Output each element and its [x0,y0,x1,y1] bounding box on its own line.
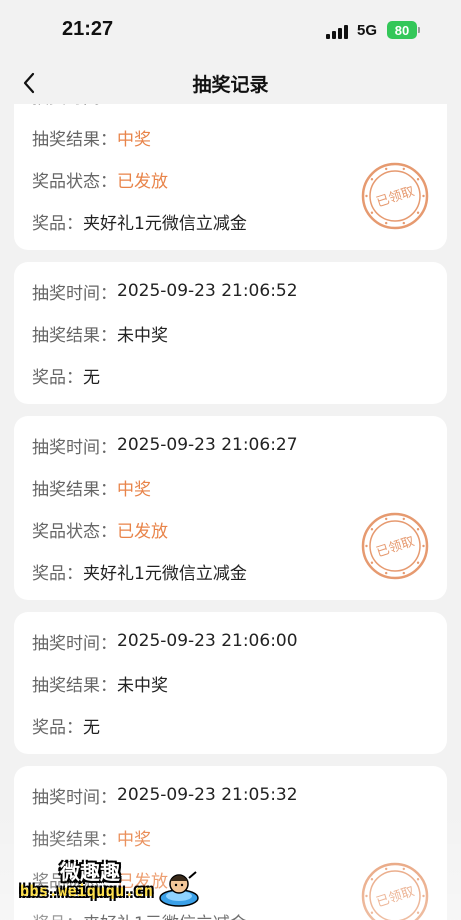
prize: 奖品：无 [32,354,429,396]
stamp-text: 已领取 [375,184,417,210]
mascot-logo [159,871,199,907]
colon: ： [100,479,117,500]
draw-time-value: 2025-09-23 21:06:00 [117,631,298,651]
prize-status-label: 奖品状态 [32,521,100,542]
draw-time: 抽奖时间： 2025-09-23 21:06:00 [32,620,429,662]
watermark-url: bbs.weiququ.cn [20,882,154,900]
draw-result-value: 中奖 [117,829,151,850]
draw-result: 抽奖结果：中奖 [32,466,429,508]
prize-label: 奖品 [32,717,66,738]
draw-time-label: 抽奖时间 [32,787,100,808]
claimed-stamp-icon: 已领取 [361,512,429,580]
draw-result-value: 中奖 [117,479,151,500]
draw-time-value: 2025-09-23 21:07:16 [117,104,298,105]
battery-icon: 80 [387,21,417,39]
watermark: 微趣趣 bbs.weiququ.cn [8,850,208,918]
stamp-text: 已领取 [375,534,417,560]
prize-label: 奖品 [32,563,66,584]
prize-value: 夹好礼1元微信立减金 [83,213,247,234]
colon: ： [100,104,117,108]
prize: 奖品：无 [32,704,429,746]
draw-time-label: 抽奖时间 [32,437,100,458]
record-card: 抽奖时间： 2025-09-23 21:06:27 抽奖结果：中奖 奖品状态：已发放奖… [14,416,447,600]
draw-result: 抽奖结果：未中奖 [32,662,429,704]
draw-result: 抽奖结果：中奖 [32,116,429,158]
colon: ： [100,829,117,850]
prize-value: 无 [83,717,100,738]
record-list: 抽奖时间：2025-09-23 21:07:16抽奖结果：中奖奖品状态：已发放奖… [14,104,447,920]
battery-cap [418,27,420,33]
signal-icon [326,25,348,39]
colon: ： [100,521,117,542]
draw-time-label: 抽奖时间 [32,633,100,654]
prize-value: 无 [83,367,100,388]
draw-result-label: 抽奖结果 [32,675,100,696]
prize-status-value: 已发放 [117,171,168,192]
record-card: 抽奖时间： 2025-09-23 21:06:52 抽奖结果：未中奖 奖品：无 [14,262,447,404]
draw-time-value: 2025-09-23 21:06:52 [117,281,298,301]
prize-label: 奖品 [32,213,66,234]
colon: ： [66,367,83,388]
colon: ： [100,675,117,696]
colon: ： [100,787,117,808]
claimed-stamp-icon: 已领取 [361,162,429,230]
draw-result-label: 抽奖结果 [32,829,100,850]
draw-result-value: 中奖 [117,129,151,150]
draw-time-value: 2025-09-23 21:05:32 [117,785,298,805]
battery-level: 80 [394,22,410,38]
draw-result: 抽奖结果：未中奖 [32,312,429,354]
draw-result-value: 未中奖 [117,675,168,696]
draw-time: 抽奖时间： 2025-09-23 21:06:27 [32,424,429,466]
colon: ： [100,325,117,346]
claimed-stamp-icon: 已领取 [361,862,429,920]
draw-time: 抽奖时间：2025-09-23 21:07:16 [32,104,429,116]
colon: ： [66,563,83,584]
prize-value: 夹好礼1元微信立减金 [83,563,247,584]
draw-time: 抽奖时间： 2025-09-23 21:06:52 [32,270,429,312]
draw-result-label: 抽奖结果 [32,325,100,346]
status-bar: 21:27 5G 80 [0,0,461,62]
draw-time-value: 2025-09-23 21:06:27 [117,435,298,455]
network-type: 5G [357,22,378,39]
draw-time-label: 抽奖时间 [32,283,100,304]
record-card: 抽奖时间： 2025-09-23 21:06:00 抽奖结果：未中奖 奖品：无 [14,612,447,754]
status-time: 21:27 [62,18,114,40]
colon: ： [100,129,117,150]
colon: ： [100,437,117,458]
draw-result-label: 抽奖结果 [32,479,100,500]
colon: ： [100,171,117,192]
colon: ： [66,213,83,234]
colon: ： [66,717,83,738]
draw-time-label: 抽奖时间 [32,104,100,108]
watermark-title: 微趣趣 [60,860,120,884]
prize-status-value: 已发放 [117,521,168,542]
colon: ： [100,283,117,304]
nav-bar: 抽奖记录 [0,62,461,104]
draw-result-value: 未中奖 [117,325,168,346]
record-list-viewport[interactable]: 抽奖时间：2025-09-23 21:07:16抽奖结果：中奖奖品状态：已发放奖… [0,104,461,920]
prize-label: 奖品 [32,367,66,388]
page-title: 抽奖记录 [192,74,269,96]
colon: ： [100,633,117,654]
stamp-text: 已领取 [375,884,417,910]
draw-result-label: 抽奖结果 [32,129,100,150]
prize-status-label: 奖品状态 [32,171,100,192]
draw-time: 抽奖时间： 2025-09-23 21:05:32 [32,774,429,816]
record-card: 抽奖时间：2025-09-23 21:07:16抽奖结果：中奖奖品状态：已发放奖… [14,104,447,250]
